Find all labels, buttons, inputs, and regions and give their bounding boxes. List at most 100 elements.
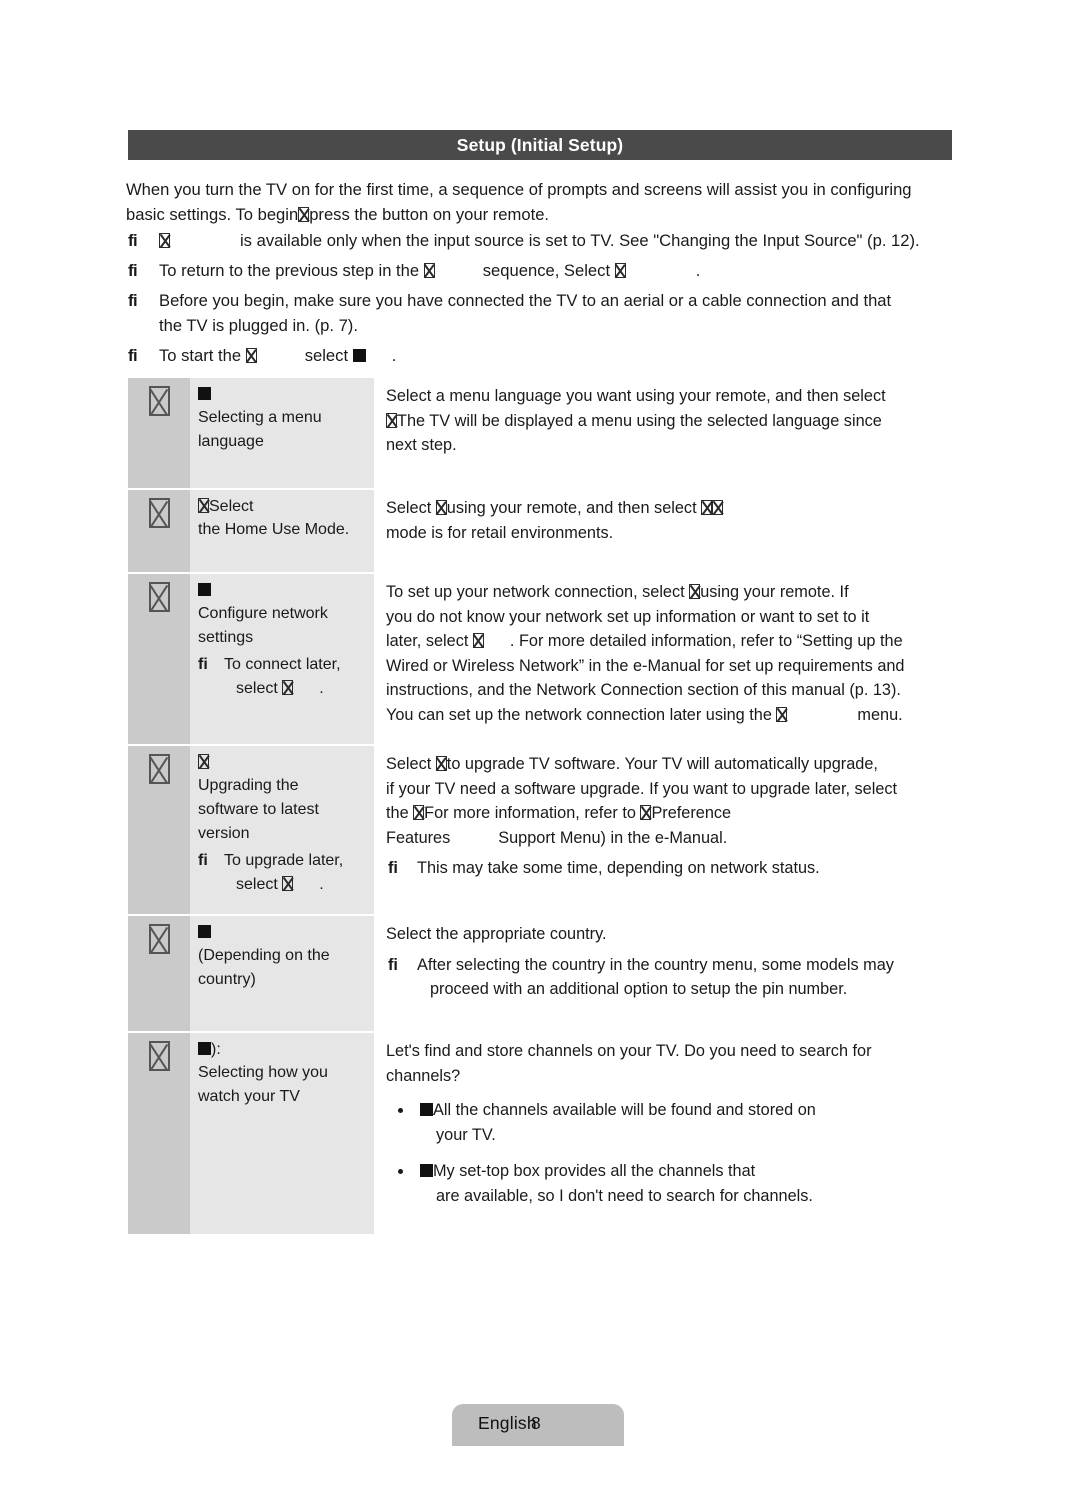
note-list: fi is available only when the input sour… xyxy=(126,228,958,373)
list-item: fi To start the select . xyxy=(126,343,958,368)
sub-line-1: To upgrade later, xyxy=(224,852,344,869)
table-row: (Depending on the country) Select the ap… xyxy=(128,916,952,1033)
desc-line-1b: to upgrade TV software. Your TV will aut… xyxy=(446,755,878,773)
step-desc-cell: Select to upgrade TV software. Your TV w… xyxy=(374,746,952,914)
note-text-b: the TV is plugged in. (p. 7). xyxy=(159,316,358,335)
step-head-text: Select xyxy=(209,498,254,515)
step-desc-cell: Select a menu language you want using yo… xyxy=(374,378,952,488)
list-item: fi is available only when the input sour… xyxy=(126,228,958,253)
step-sub-note: fi To upgrade later, select . xyxy=(198,849,366,897)
step-desc-cell: Let's find and store channels on your TV… xyxy=(374,1033,952,1234)
missing-glyph-icon xyxy=(386,412,397,428)
footer-page-number: 8 xyxy=(531,1413,541,1433)
desc-line-2: The TV will be displayed a menu using th… xyxy=(397,411,882,430)
desc-line-3: next step. xyxy=(386,436,457,454)
sub-line-2: select . xyxy=(224,873,366,897)
bullet-line-2: are available, so I don't need to search… xyxy=(436,1186,813,1205)
step-sub-note: fi To connect later, select . xyxy=(198,653,366,701)
step-name-head xyxy=(198,384,366,406)
step-name-body: Selecting how you watch your TV xyxy=(198,1061,366,1109)
desc-line-1: Let's find and store channels on your TV… xyxy=(386,1042,872,1060)
step-desc: Select a menu language you want using yo… xyxy=(386,384,946,458)
step-name-head: Select xyxy=(198,496,366,518)
footer-tab: English 8 xyxy=(452,1404,624,1446)
missing-glyph-icon xyxy=(472,633,484,648)
step-name-cell: ): Selecting how you watch your TV xyxy=(190,1033,374,1234)
solid-glyph-icon xyxy=(420,1103,433,1116)
note-text-a: To return to the previous step in the xyxy=(159,261,420,280)
note-line-2: proceed with an additional option to set… xyxy=(430,980,848,998)
step-desc-note: fi After selecting the country in the co… xyxy=(386,953,946,1002)
desc-line-6b: menu. xyxy=(857,705,903,724)
missing-glyph-icon xyxy=(148,386,170,416)
step-head-text: ): xyxy=(211,1041,221,1058)
missing-glyph-icon xyxy=(159,233,170,248)
desc-line-2: mode is for retail environments. xyxy=(386,523,614,542)
step-desc: Select using your remote, and then selec… xyxy=(386,496,946,545)
step-name-body: Selecting a menu language xyxy=(198,406,366,454)
sub-line-2b: . xyxy=(319,876,324,893)
list-item: All the channels available will be found… xyxy=(386,1098,946,1147)
section-header-bar: Setup (Initial Setup) xyxy=(128,130,952,160)
missing-glyph-icon xyxy=(423,263,435,278)
desc-line-1: Select a menu language you want using yo… xyxy=(386,387,886,405)
missing-glyph-icon xyxy=(282,680,294,695)
desc-line-1: Select the appropriate country. xyxy=(386,925,607,943)
step-name-body: Configure network settings xyxy=(198,602,366,650)
solid-glyph-icon xyxy=(198,1042,211,1055)
step-icon-cell xyxy=(128,490,190,572)
missing-glyph-icon xyxy=(614,263,626,278)
missing-glyph-icon xyxy=(689,584,701,599)
intro-line-2b: press the button on your remote. xyxy=(309,205,550,224)
missing-glyph-icon xyxy=(198,754,209,769)
table-row: Selecting a menu language Select a menu … xyxy=(128,378,952,490)
list-item: fi Before you begin, make sure you have … xyxy=(126,288,958,338)
missing-glyph-icon xyxy=(435,500,447,515)
bullet-dot-icon xyxy=(398,1169,403,1174)
step-name-line2: software to latest xyxy=(198,801,319,818)
desc-line-3a: later, select xyxy=(386,632,469,650)
step-name-line2: watch your TV xyxy=(198,1088,300,1105)
fi-bullet-icon: fi xyxy=(128,346,138,365)
missing-glyph-icon xyxy=(148,498,170,528)
step-name-line3: version xyxy=(198,825,250,842)
note-text-c: . xyxy=(695,261,701,280)
note-line-1: After selecting the country in the count… xyxy=(417,955,894,974)
step-name-line1: (Depending on the xyxy=(198,947,330,964)
solid-glyph-icon xyxy=(198,925,211,938)
step-desc-cell: Select using your remote, and then selec… xyxy=(374,490,952,572)
desc-line-3b: . For more detailed information, refer t… xyxy=(509,632,903,650)
bullet-line-1: All the channels available will be found… xyxy=(433,1101,816,1119)
step-name-line2: settings xyxy=(198,629,254,646)
sub-line-1: To connect later, xyxy=(224,656,341,673)
desc-line-4b: Support Menu) in the e-Manual. xyxy=(498,828,728,847)
sub-line-2b: . xyxy=(319,680,324,697)
bullet-line-1: My set-top box provides all the channels… xyxy=(433,1162,756,1180)
step-name-line1: Selecting a menu xyxy=(198,409,322,426)
step-desc-cell: To set up your network connection, selec… xyxy=(374,574,952,744)
desc-line-3a: the xyxy=(386,804,409,822)
fi-bullet-icon: fi xyxy=(198,656,208,673)
fi-bullet-icon: fi xyxy=(128,261,138,280)
footer-language: English xyxy=(478,1413,537,1433)
table-row: Select the Home Use Mode. Select using y… xyxy=(128,490,952,574)
step-name-head: ): xyxy=(198,1039,366,1061)
missing-glyph-icon xyxy=(148,924,170,954)
missing-glyph-icon xyxy=(776,706,788,722)
missing-glyph-icon xyxy=(298,207,310,222)
desc-line-4: Wired or Wireless Network” in the e-Manu… xyxy=(386,656,905,675)
step-name-cell: Upgrading the software to latest version… xyxy=(190,746,374,914)
desc-line-3b: For more information, refer to xyxy=(424,804,636,822)
step-desc: Select to upgrade TV software. Your TV w… xyxy=(386,752,946,850)
table-row: Upgrading the software to latest version… xyxy=(128,746,952,916)
desc-line-3c: Preference xyxy=(651,804,732,822)
step-name-head xyxy=(198,922,366,944)
missing-glyph-icon xyxy=(245,348,257,363)
step-name-line1: Upgrading the xyxy=(198,777,299,794)
sub-line-2a: select xyxy=(236,876,278,893)
solid-glyph-icon xyxy=(198,387,211,400)
step-icon-cell xyxy=(128,574,190,744)
desc-line-2: you do not know your network set up info… xyxy=(386,607,870,626)
fi-bullet-icon: fi xyxy=(388,859,398,877)
section-title: Setup (Initial Setup) xyxy=(456,134,624,155)
